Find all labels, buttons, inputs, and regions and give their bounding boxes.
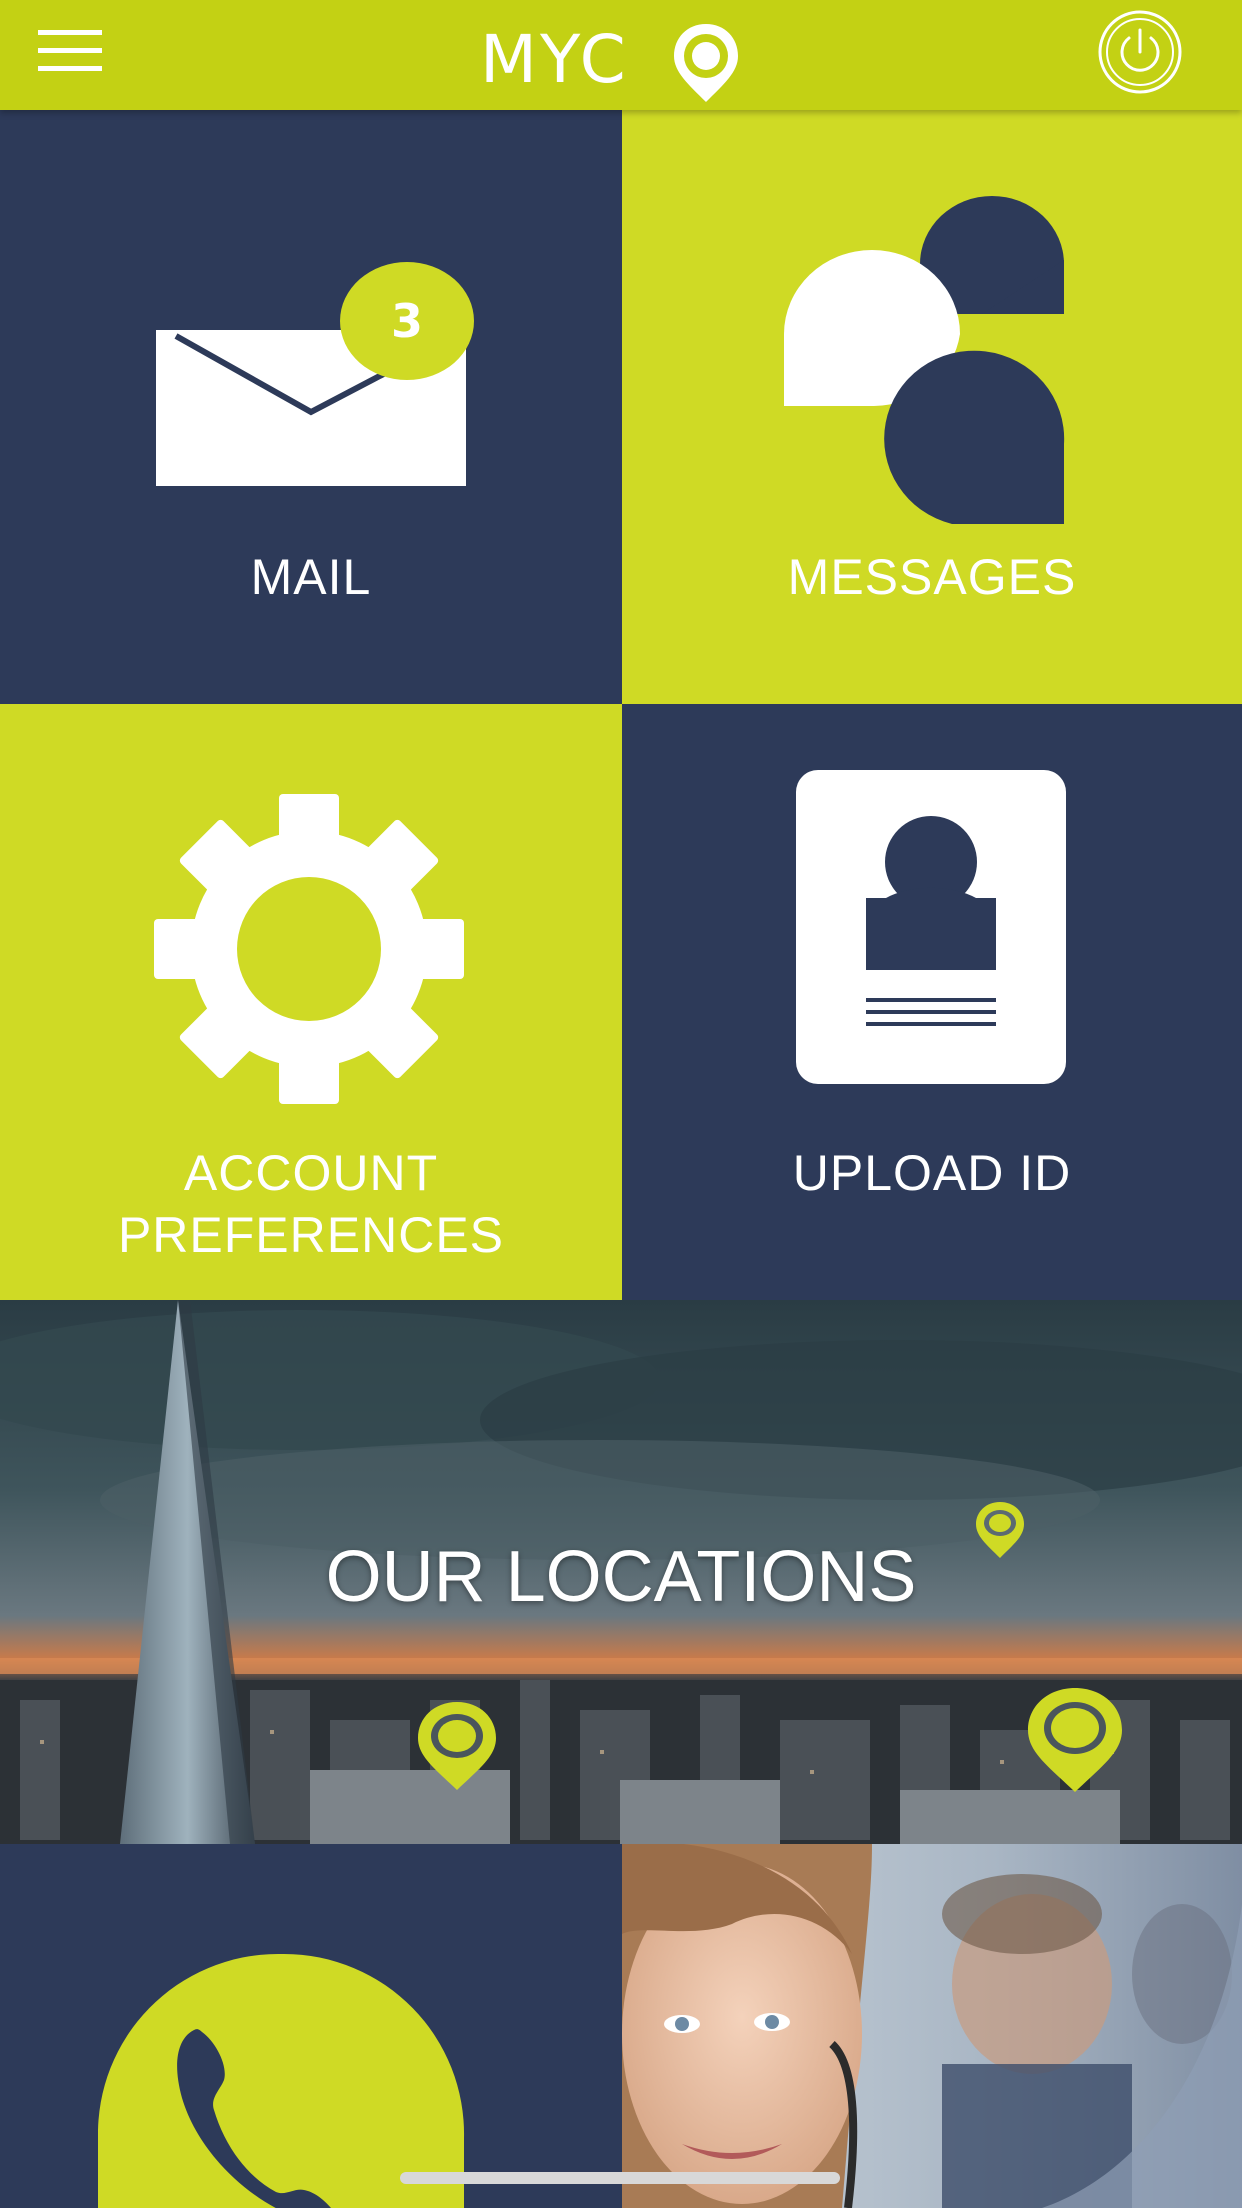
messages-label: MESSAGES bbox=[787, 549, 1077, 605]
location-pin-icon[interactable] bbox=[1024, 1686, 1126, 1794]
logo-pin-icon bbox=[674, 24, 738, 102]
call-us-tile[interactable] bbox=[0, 1844, 622, 2208]
id-card-icon bbox=[796, 770, 1066, 1084]
location-pin-icon[interactable] bbox=[972, 1500, 1028, 1560]
messages-tile[interactable]: MESSAGES bbox=[622, 110, 1242, 704]
menu-button[interactable] bbox=[28, 18, 118, 88]
our-locations-banner[interactable]: OUR LOCATIONS bbox=[0, 1300, 1242, 1844]
upload-id-label: UPLOAD ID bbox=[792, 1145, 1072, 1201]
gear-icon bbox=[154, 794, 464, 1104]
our-locations-label: OUR LOCATIONS bbox=[325, 1537, 917, 1617]
top-bar: MYC bbox=[0, 0, 1242, 110]
power-icon bbox=[1098, 10, 1182, 94]
account-label-line1: ACCOUNT bbox=[183, 1145, 439, 1201]
account-label-line2: PREFERENCES bbox=[117, 1207, 505, 1263]
location-pin-icon[interactable] bbox=[414, 1700, 500, 1792]
logo-text: MYC bbox=[480, 21, 629, 98]
phone-icon bbox=[98, 1954, 465, 2208]
home-indicator[interactable] bbox=[400, 2172, 840, 2184]
power-button[interactable] bbox=[1096, 8, 1184, 96]
support-agent-image bbox=[622, 1844, 1242, 2208]
mail-label: MAIL bbox=[250, 549, 372, 605]
support-agent-photo bbox=[622, 1844, 1242, 2208]
account-preferences-tile[interactable]: ACCOUNT PREFERENCES bbox=[0, 704, 622, 1300]
chat-bubbles-icon bbox=[784, 196, 1065, 524]
unread-badge: 3 bbox=[340, 262, 474, 380]
brand-logo: MYC bbox=[480, 12, 770, 102]
mail-tile[interactable]: 3 MAIL bbox=[0, 110, 622, 704]
app-screen: MYC 3 MAIL MESSAGES ACCOUNT PREFERENCES … bbox=[0, 0, 1242, 2208]
hamburger-menu-icon bbox=[38, 30, 102, 71]
upload-id-tile[interactable]: UPLOAD ID bbox=[622, 704, 1242, 1300]
